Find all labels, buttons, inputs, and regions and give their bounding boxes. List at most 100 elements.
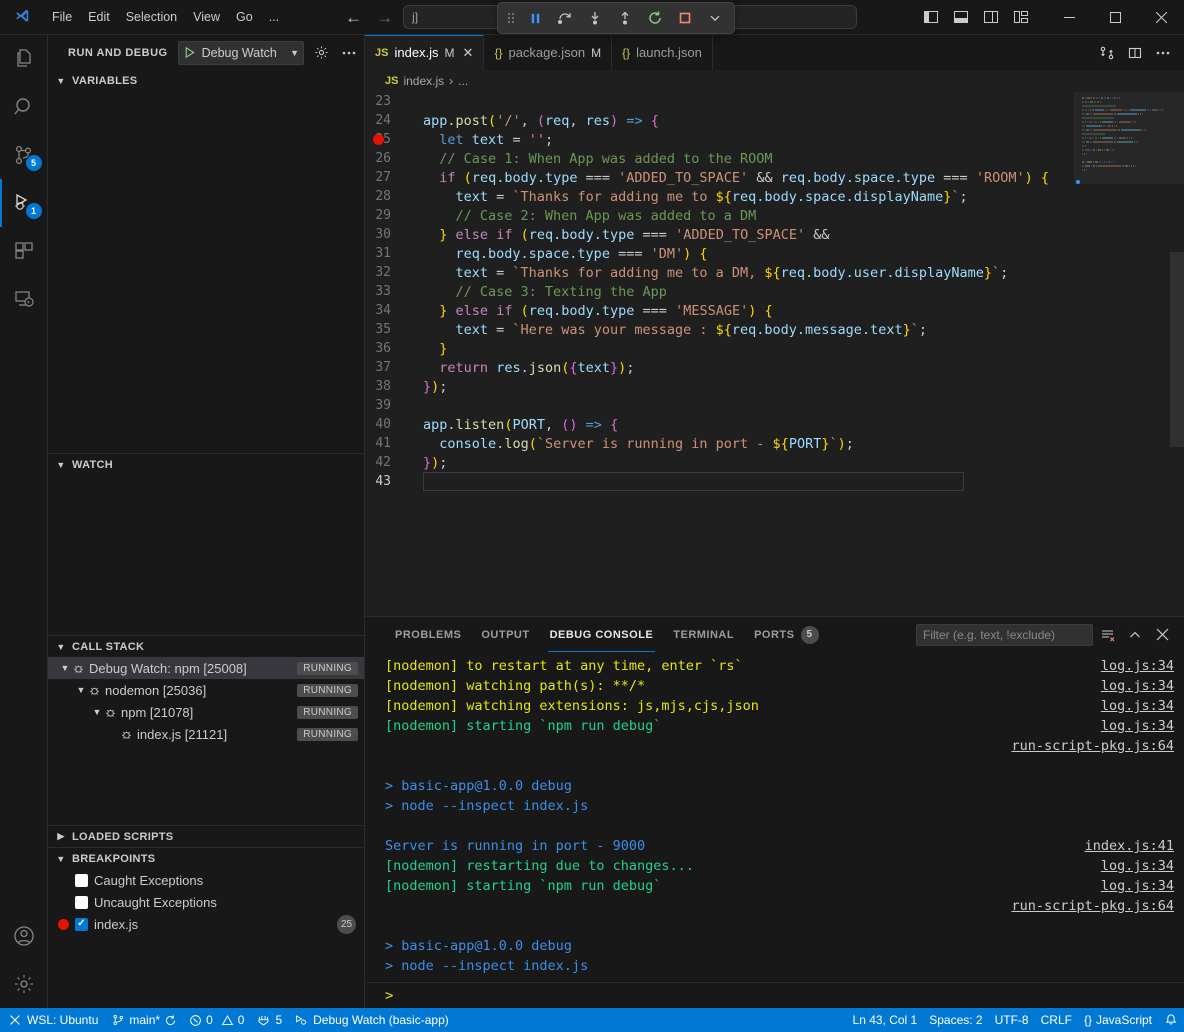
- section-variables-header[interactable]: ▼ VARIABLES: [48, 70, 364, 92]
- console-source-link[interactable]: log.js:34: [1089, 718, 1174, 734]
- activity-search[interactable]: [0, 83, 48, 131]
- code-line[interactable]: 42});: [365, 453, 1074, 472]
- tab-output[interactable]: OUTPUT: [471, 617, 539, 652]
- call-stack-row-0[interactable]: ▼ Debug Watch: npm [25008] RUNNING: [48, 657, 364, 679]
- console-source-link[interactable]: log.js:34: [1089, 658, 1174, 674]
- split-editor-icon[interactable]: [1122, 40, 1148, 66]
- maximize-window-button[interactable]: [1092, 0, 1138, 35]
- maximize-panel-chevron-up-icon[interactable]: [1123, 623, 1147, 647]
- menu-view[interactable]: View: [185, 7, 228, 27]
- start-debugging-icon[interactable]: [183, 46, 196, 59]
- tab-launch-json[interactable]: {} launch.json: [612, 35, 713, 70]
- checkbox[interactable]: [75, 918, 88, 931]
- activity-manage-gear-icon[interactable]: [0, 960, 48, 1008]
- section-loaded-scripts-header[interactable]: ▶ LOADED SCRIPTS: [48, 825, 364, 847]
- code-line[interactable]: 32 text = `Thanks for adding me to a DM,…: [365, 263, 1074, 282]
- status-remote-host[interactable]: WSL: Ubuntu: [0, 1008, 106, 1032]
- code-line[interactable]: 25 let text = '';: [365, 130, 1074, 149]
- status-branch[interactable]: main*: [106, 1008, 183, 1032]
- debug-console-input[interactable]: >: [365, 982, 1184, 1008]
- code-line[interactable]: 40app.listen(PORT, () => {: [365, 415, 1074, 434]
- console-source-link[interactable]: log.js:34: [1089, 878, 1174, 894]
- code-line[interactable]: 24app.post('/', (req, res) => {: [365, 111, 1074, 130]
- status-encoding[interactable]: UTF-8: [989, 1008, 1035, 1032]
- code-line[interactable]: 36 }: [365, 339, 1074, 358]
- restart-button[interactable]: [641, 5, 669, 31]
- pause-button[interactable]: [521, 5, 549, 31]
- debug-toolbar-drag-handle[interactable]: [503, 11, 519, 25]
- breadcrumb-file[interactable]: index.js: [403, 74, 444, 88]
- code-editor[interactable]: 2324app.post('/', (req, res) => {25 let …: [365, 92, 1184, 616]
- tab-debug-console[interactable]: DEBUG CONSOLE: [540, 617, 664, 652]
- debug-console-output[interactable]: [nodemon] to restart at any time, enter …: [365, 652, 1184, 982]
- open-launch-json-gear-icon[interactable]: [310, 42, 332, 64]
- status-notifications-bell-icon[interactable]: [1158, 1008, 1184, 1032]
- code-line[interactable]: 23: [365, 92, 1074, 111]
- minimap[interactable]: [1074, 92, 1184, 616]
- arrow-right-icon[interactable]: →: [376, 9, 393, 26]
- code-line[interactable]: 26 // Case 1: When App was added to the …: [365, 149, 1074, 168]
- checkbox[interactable]: [75, 896, 88, 909]
- status-indentation[interactable]: Spaces: 2: [923, 1008, 988, 1032]
- call-stack-row-1[interactable]: ▼ nodemon [25036] RUNNING: [48, 679, 364, 701]
- close-window-button[interactable]: [1138, 0, 1184, 35]
- menu-selection[interactable]: Selection: [118, 7, 185, 27]
- code-line[interactable]: 37 return res.json({text});: [365, 358, 1074, 377]
- status-problems[interactable]: 0 0: [183, 1008, 250, 1032]
- step-over-button[interactable]: [551, 5, 579, 31]
- section-breakpoints-header[interactable]: ▼ BREAKPOINTS: [48, 847, 364, 869]
- tab-terminal[interactable]: TERMINAL: [663, 617, 744, 652]
- menu-file[interactable]: File: [44, 7, 80, 27]
- toggle-secondary-sidebar-icon[interactable]: [978, 4, 1004, 30]
- step-into-button[interactable]: [581, 5, 609, 31]
- close-panel-icon[interactable]: [1150, 623, 1174, 647]
- menu-more[interactable]: ...: [261, 7, 287, 27]
- code-line[interactable]: 30 } else if (req.body.type === 'ADDED_T…: [365, 225, 1074, 244]
- console-source-link[interactable]: index.js:41: [1073, 838, 1174, 854]
- code-line[interactable]: 27 if (req.body.type === 'ADDED_TO_SPACE…: [365, 168, 1074, 187]
- toggle-primary-sidebar-icon[interactable]: [918, 4, 944, 30]
- section-watch-header[interactable]: ▼ WATCH: [48, 453, 364, 475]
- launch-configuration-select[interactable]: Debug Watch ▼: [178, 41, 304, 65]
- breakpoint-caught-exceptions[interactable]: Caught Exceptions: [48, 869, 364, 891]
- minimap-slider[interactable]: [1074, 92, 1184, 184]
- close-icon[interactable]: ✕: [463, 45, 474, 61]
- customize-layout-icon[interactable]: [1008, 4, 1034, 30]
- editor-breakpoint-dot-icon[interactable]: [373, 134, 384, 145]
- activity-source-control[interactable]: 5: [0, 131, 48, 179]
- code-line[interactable]: 34 } else if (req.body.type === 'MESSAGE…: [365, 301, 1074, 320]
- status-cursor-position[interactable]: Ln 43, Col 1: [847, 1008, 924, 1032]
- compare-changes-icon[interactable]: [1094, 40, 1120, 66]
- status-language-mode[interactable]: {} JavaScript: [1078, 1008, 1158, 1032]
- code-line[interactable]: 29 // Case 2: When App was added to a DM: [365, 206, 1074, 225]
- more-debug-actions-button[interactable]: [701, 5, 729, 31]
- step-out-button[interactable]: [611, 5, 639, 31]
- stop-button[interactable]: [671, 5, 699, 31]
- code-line[interactable]: 38});: [365, 377, 1074, 396]
- sidebar-more-actions-button[interactable]: [338, 42, 360, 64]
- console-source-link[interactable]: log.js:34: [1089, 678, 1174, 694]
- activity-explorer[interactable]: [0, 35, 48, 83]
- code-line[interactable]: 39: [365, 396, 1074, 415]
- code-line[interactable]: 35 text = `Here was your message : ${req…: [365, 320, 1074, 339]
- tab-ports[interactable]: PORTS 5: [744, 617, 828, 652]
- status-eol[interactable]: CRLF: [1035, 1008, 1078, 1032]
- tab-problems[interactable]: PROBLEMS: [385, 617, 471, 652]
- status-ports[interactable]: 5: [250, 1008, 288, 1032]
- breakpoint-uncaught-exceptions[interactable]: Uncaught Exceptions: [48, 891, 364, 913]
- breadcrumb-symbol[interactable]: ...: [458, 74, 468, 88]
- activity-accounts[interactable]: [0, 912, 48, 960]
- menu-go[interactable]: Go: [228, 7, 261, 27]
- console-source-link[interactable]: log.js:34: [1089, 698, 1174, 714]
- activity-run-and-debug[interactable]: 1: [0, 179, 48, 227]
- arrow-left-icon[interactable]: ←: [345, 9, 362, 26]
- call-stack-row-3[interactable]: index.js [21121] RUNNING: [48, 723, 364, 745]
- breakpoint-index-js[interactable]: index.js 25: [48, 913, 364, 935]
- console-source-link[interactable]: run-script-pkg.js:64: [999, 738, 1174, 754]
- editor-more-actions-icon[interactable]: [1150, 40, 1176, 66]
- code-line[interactable]: 41 console.log(`Server is running in por…: [365, 434, 1074, 453]
- tab-package-json[interactable]: {} package.json M: [484, 35, 612, 70]
- call-stack-row-2[interactable]: ▼ npm [21078] RUNNING: [48, 701, 364, 723]
- checkbox[interactable]: [75, 874, 88, 887]
- toggle-panel-icon[interactable]: [948, 4, 974, 30]
